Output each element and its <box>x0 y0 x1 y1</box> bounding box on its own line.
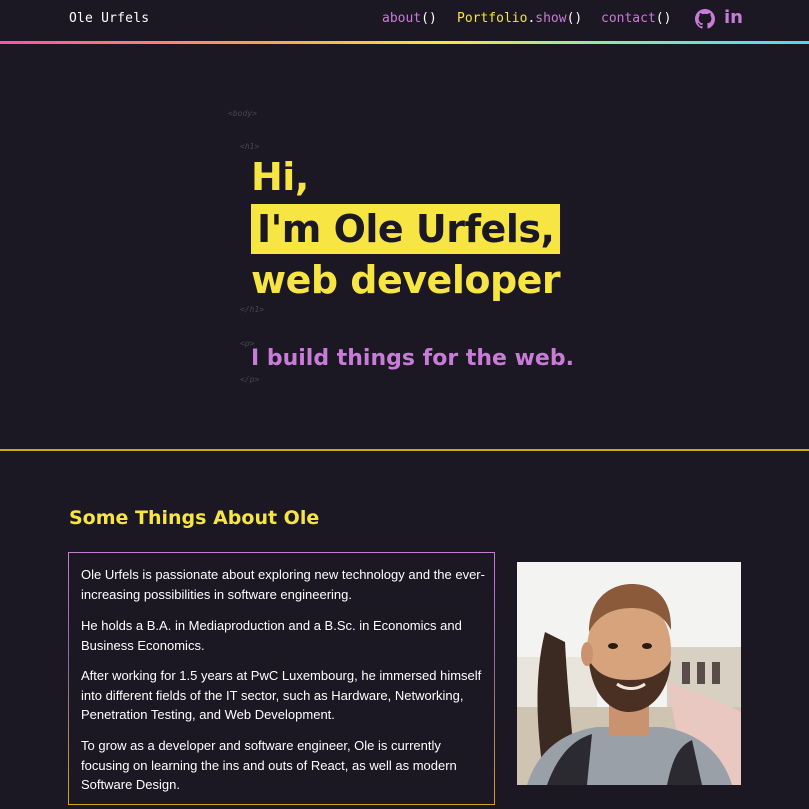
nav-contact-paren: () <box>655 11 672 26</box>
hero-role: web developer <box>251 258 561 302</box>
code-tag-h1-close: </h1> <box>240 305 265 314</box>
nav-link-about[interactable]: about() <box>382 11 437 26</box>
section-divider <box>0 449 809 451</box>
hero-tagline: I build things for the web. <box>251 346 574 371</box>
hero-greeting: Hi, <box>251 155 309 199</box>
code-tag-body: <body> <box>228 109 257 118</box>
about-paragraph: He holds a B.A. in Mediaproduction and a… <box>81 618 462 653</box>
code-tag-p-close: </p> <box>240 375 260 384</box>
nav-link-portfolio[interactable]: Portfolio.show() <box>457 11 582 26</box>
code-tag-h1-open: <h1> <box>240 142 260 151</box>
top-navigation: Ole Urfels about() Portfolio.show() cont… <box>0 0 809 42</box>
linkedin-icon[interactable]: in <box>724 7 743 29</box>
nav-portfolio-paren: () <box>566 11 583 26</box>
about-section-title: Some Things About Ole <box>69 507 320 529</box>
github-icon[interactable] <box>695 9 715 29</box>
about-text-card: Ole Urfels is passionate about exploring… <box>68 552 495 805</box>
about-paragraph: After working for 1.5 years at PwC Luxem… <box>81 668 482 722</box>
nav-gradient-underline <box>0 41 809 44</box>
nav-contact-label: contact <box>601 11 656 26</box>
about-paragraph: To grow as a developer and software engi… <box>81 738 457 792</box>
about-paragraph: Ole Urfels is passionate about exploring… <box>81 567 485 602</box>
profile-photo-illustration <box>517 562 741 785</box>
hero-name-highlight: I'm Ole Urfels, <box>251 204 561 254</box>
nav-link-contact[interactable]: contact() <box>601 11 671 26</box>
nav-portfolio-label: Portfolio <box>457 11 528 26</box>
profile-photo <box>517 562 741 785</box>
nav-about-paren: () <box>421 11 437 26</box>
site-brand[interactable]: Ole Urfels <box>69 11 149 26</box>
nav-portfolio-method: show <box>535 11 567 26</box>
nav-about-label: about <box>382 11 422 26</box>
